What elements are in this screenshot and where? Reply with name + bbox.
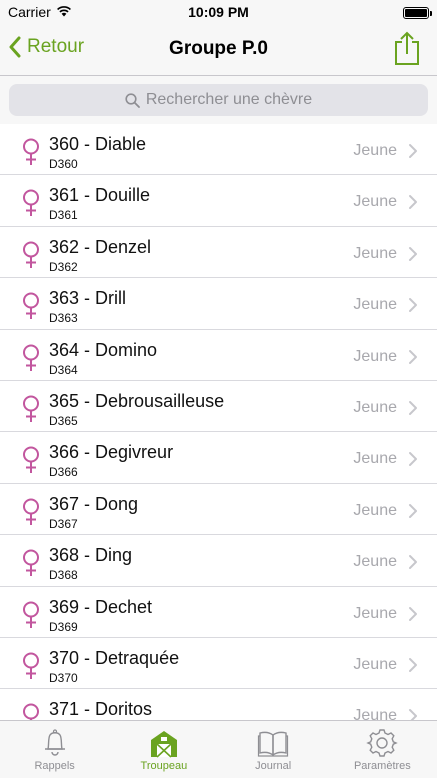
goat-status: Jeune (353, 296, 397, 314)
barn-icon (150, 731, 177, 758)
goat-row[interactable]: 368 - Ding D368 Jeune (0, 535, 437, 587)
goat-status: Jeune (353, 398, 397, 416)
female-icon (23, 498, 39, 525)
goat-name: 366 - Degivreur (49, 442, 174, 463)
chevron-right-icon (409, 709, 417, 720)
goat-code: D365 (49, 413, 78, 428)
goat-list: 360 - Diable D360 Jeune 361 - Douille D361 Je… (0, 124, 437, 720)
tab-label: Journal (255, 760, 292, 772)
goat-status: Jeune (353, 347, 397, 365)
goat-name: 365 - Debrousailleuse (49, 390, 225, 411)
goat-status: Jeune (353, 244, 397, 262)
goat-name: 361 - Douille (49, 185, 151, 206)
goat-code: D360 (49, 157, 78, 171)
goat-name: 364 - Domino (49, 339, 158, 360)
goat-status: Jeune (353, 553, 397, 571)
female-icon (23, 344, 39, 371)
goat-code: D367 (49, 516, 78, 531)
goat-name: 370 - Detraquée (49, 647, 180, 668)
chevron-right-icon (409, 195, 417, 210)
tab-label: Paramètres (353, 760, 411, 772)
goat-row[interactable]: 362 - Denzel D362 Jeune (0, 227, 437, 279)
tab-label: Rappels (34, 760, 75, 772)
goat-code: D362 (49, 259, 78, 274)
goat-name: 369 - Dechet (49, 596, 153, 617)
female-icon (23, 395, 39, 422)
female-icon (23, 601, 39, 628)
goat-code: D368 (49, 568, 78, 583)
female-icon (23, 241, 39, 268)
tab-troupeau[interactable]: Troupeau (109, 721, 218, 778)
goat-row[interactable]: 370 - Detraquée D370 Jeune (0, 638, 437, 690)
goat-status: Jeune (353, 501, 397, 519)
goat-row[interactable]: 360 - Diable D360 Jeune (0, 124, 437, 176)
status-time: 10:09 PM (188, 4, 249, 20)
goat-status: Jeune (353, 450, 397, 468)
chevron-right-icon (409, 555, 417, 570)
tab-parametres[interactable]: Paramètres (328, 721, 437, 778)
chevron-right-icon (409, 657, 417, 672)
female-icon (23, 446, 39, 474)
gear-icon (366, 729, 399, 757)
status-bar: Carrier 10:09 PM (0, 0, 437, 24)
female-icon (23, 652, 39, 679)
battery-icon (403, 7, 432, 19)
female-icon (23, 189, 39, 217)
search-bar: Rechercher une chèvre (0, 76, 437, 124)
tab-label: Troupeau (140, 760, 188, 772)
goat-status: Jeune (353, 604, 397, 622)
goat-code: D364 (49, 362, 78, 377)
goat-row[interactable]: 361 - Douille D361 Jeune (0, 175, 437, 227)
search-input[interactable]: Rechercher une chèvre (9, 84, 428, 116)
goat-row[interactable]: 366 - Degivreur D366 Jeune (0, 432, 437, 484)
female-icon (23, 292, 39, 320)
chevron-right-icon (409, 400, 417, 415)
tab-bar: Rappels Troupeau Journal Paramètres (0, 720, 437, 778)
tab-rappels[interactable]: Rappels (0, 721, 109, 778)
search-placeholder: Rechercher une chèvre (145, 91, 313, 108)
book-icon (258, 731, 289, 757)
goat-name: 363 - Drill (49, 288, 127, 309)
tab-journal[interactable]: Journal (219, 721, 328, 778)
goat-code: D366 (49, 465, 78, 480)
page-title: Groupe P.0 (169, 38, 268, 59)
chevron-right-icon (409, 606, 417, 621)
chevron-right-icon (409, 298, 417, 313)
goat-row[interactable]: 369 - Dechet D369 Jeune (0, 587, 437, 638)
female-icon (23, 703, 39, 720)
share-button[interactable] (393, 30, 421, 66)
goat-code: D369 (49, 619, 78, 634)
goat-name: 371 - Doritos (49, 699, 153, 720)
female-icon (23, 549, 39, 577)
goat-row[interactable]: 371 - Doritos Jeune (0, 689, 437, 720)
goat-code: D363 (49, 311, 78, 326)
goat-status: Jeune (353, 655, 397, 673)
chevron-right-icon (409, 246, 417, 261)
bell-icon (44, 729, 65, 756)
chevron-right-icon (409, 503, 417, 518)
goat-row[interactable]: 364 - Domino D364 Jeune (0, 330, 437, 381)
navigation-bar: Retour Groupe P.0 (0, 24, 437, 76)
chevron-right-icon (409, 349, 417, 364)
goat-code: D361 (49, 208, 78, 223)
chevron-right-icon (409, 452, 417, 467)
goat-row[interactable]: 365 - Debrousailleuse D365 Jeune (0, 381, 437, 433)
goat-status: Jeune (353, 142, 397, 159)
share-icon (395, 31, 419, 65)
goat-row[interactable]: 367 - Dong D367 Jeune (0, 484, 437, 536)
goat-name: 362 - Denzel (49, 236, 152, 257)
chevron-right-icon (409, 144, 417, 158)
goat-name: 368 - Ding (49, 545, 133, 566)
goat-status: Jeune (353, 193, 397, 211)
goat-name: 360 - Diable (49, 134, 147, 154)
goat-name: 367 - Dong (49, 493, 139, 514)
goat-status: Jeune (353, 707, 397, 720)
goat-row[interactable]: 363 - Drill D363 Jeune (0, 278, 437, 330)
search-icon (125, 92, 140, 108)
female-icon (23, 138, 39, 165)
goat-code: D370 (49, 670, 78, 685)
